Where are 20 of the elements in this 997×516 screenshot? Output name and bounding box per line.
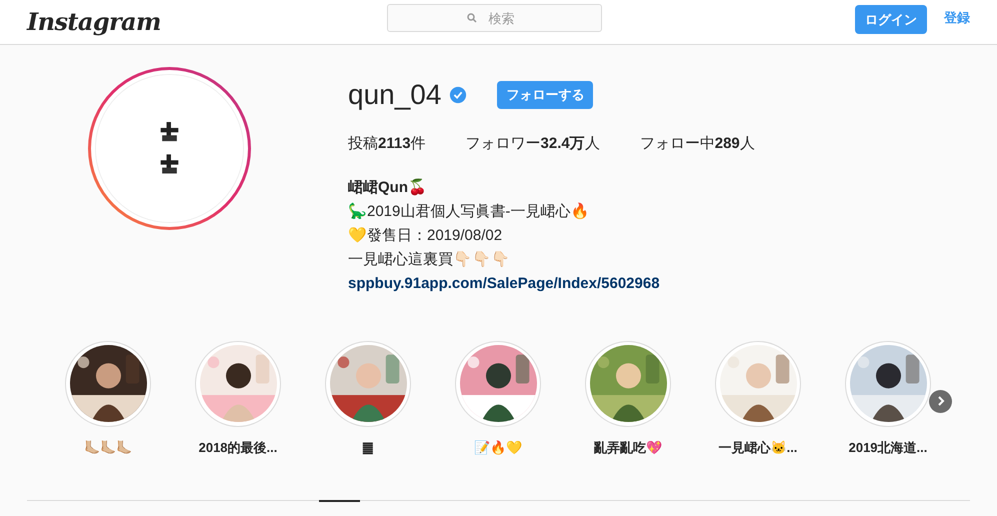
profile-link[interactable]: sppbuy.91app.com/SalePage/Index/5602968 xyxy=(348,272,755,296)
highlight-title: 2019北海道... xyxy=(848,438,928,456)
next-chevron-icon[interactable] xyxy=(929,390,952,412)
bio-line: 🦕2019山君個人写眞書-一見峮心🔥 xyxy=(348,202,590,222)
highlight-title: ䷀ xyxy=(362,438,374,456)
profile-stat: 投稿2113件 xyxy=(348,134,426,154)
highlight-title: 2018的最後... xyxy=(198,438,278,456)
profile-stat[interactable]: フォロワー32.4万人 xyxy=(466,133,600,156)
bio-line: 💛發售日：2019/08/02 xyxy=(348,226,504,246)
highlight-title: 🦶🏼🦶🏼🦶🏼 xyxy=(84,438,132,456)
highlight-title: 一見峮心🐱... xyxy=(718,438,798,456)
display-name: 峮峮Qun🍒 xyxy=(348,178,428,198)
bio-line: 一見峮心這裏買👇🏻👇🏻👇🏻 xyxy=(348,250,511,270)
username: qun_04 xyxy=(348,78,442,112)
instagram-logo[interactable]: Instagram xyxy=(27,4,161,40)
highlight-title: 亂弄亂吃💖 xyxy=(594,438,662,456)
search-icon xyxy=(467,13,477,23)
highlight-title: 📝🔥💛 xyxy=(474,438,522,457)
profile-stat[interactable]: フォロー中289人 xyxy=(640,133,755,156)
search-field[interactable]: 検索 xyxy=(387,4,602,32)
